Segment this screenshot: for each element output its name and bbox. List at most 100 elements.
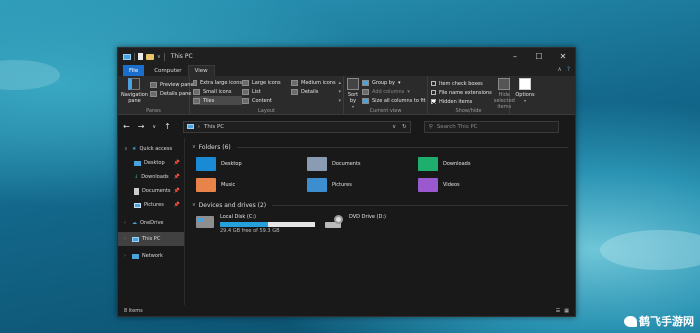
- layout-small-icons[interactable]: Small icons: [193, 87, 242, 96]
- chevron-down-icon[interactable]: ∨: [392, 124, 396, 130]
- pin-icon[interactable]: 📌: [174, 160, 180, 166]
- navigation-pane-button[interactable]: Navigation pane: [121, 78, 148, 104]
- sidebar-item-onedrive[interactable]: › ☁ OneDrive: [118, 216, 184, 230]
- checkbox-checked[interactable]: [431, 99, 436, 104]
- sidebar-item-label: Documents: [142, 188, 171, 194]
- refresh-icon[interactable]: ↻: [402, 124, 407, 130]
- downloads-folder-icon: [418, 156, 438, 171]
- search-input[interactable]: ⚲ Search This PC: [423, 120, 559, 133]
- folders-section-header[interactable]: ∨ Folders (6): [192, 142, 568, 152]
- chevron-right-icon: ›: [197, 123, 200, 130]
- sidebar-item-desktop[interactable]: Desktop 📌: [118, 156, 184, 170]
- drive-item-dvd[interactable]: DVD Drive (D:): [325, 214, 386, 234]
- drives-section-header[interactable]: ∨ Devices and drives (2): [192, 200, 568, 210]
- desktop-icon: [134, 160, 141, 166]
- sidebar-item-label: Quick access: [139, 146, 173, 152]
- sidebar-item-pictures[interactable]: Pictures 📌: [118, 198, 184, 212]
- properties-icon[interactable]: [138, 53, 143, 60]
- sidebar-item-network[interactable]: › Network: [118, 249, 184, 263]
- chevron-right-icon[interactable]: ›: [124, 253, 129, 259]
- group-label: Panes: [146, 108, 161, 114]
- ribbon-group-current-view: Sort by ▾ Group by ▾ Add columns ▾ Size al…: [344, 76, 428, 115]
- close-button[interactable]: ✕: [551, 48, 575, 65]
- chevron-down-icon: ▾: [523, 98, 526, 103]
- recent-locations-icon[interactable]: ∨: [152, 124, 156, 130]
- file-name-extensions-toggle[interactable]: File name extensions: [431, 88, 492, 97]
- ribbon-group-options: Options ▾: [510, 76, 540, 115]
- chevron-up-icon[interactable]: ∧: [557, 66, 561, 73]
- size-columns-icon: [362, 97, 369, 104]
- sort-icon: [347, 78, 359, 90]
- layout-large-icons[interactable]: Large icons: [242, 78, 291, 87]
- sidebar-item-this-pc[interactable]: › This PC: [118, 232, 184, 246]
- ribbon-view: Navigation pane Preview pane Details pan…: [118, 76, 575, 115]
- address-bar[interactable]: › This PC ∨ ↻: [182, 120, 411, 133]
- folder-item-documents[interactable]: Documents: [307, 156, 418, 171]
- checkbox[interactable]: [431, 81, 436, 86]
- layout-tiles[interactable]: Tiles: [193, 96, 242, 105]
- drive-usage-fill: [220, 222, 268, 227]
- folder-item-pictures[interactable]: Pictures: [307, 177, 418, 192]
- sort-by-button[interactable]: Sort by ▾: [347, 78, 359, 110]
- chevron-down-icon[interactable]: ∨: [192, 144, 196, 150]
- minimize-button[interactable]: –: [503, 48, 527, 65]
- this-pc-icon: [186, 124, 194, 129]
- add-columns-button[interactable]: Add columns ▾: [362, 87, 426, 96]
- drive-item-local-disk[interactable]: Local Disk (C:) 29.4 GB free of 59.3 GB: [196, 214, 315, 234]
- sidebar-item-quick-access[interactable]: ∨ ★ Quick access: [118, 142, 184, 156]
- cloud-icon: ☁: [132, 220, 137, 226]
- chevron-down-icon[interactable]: ∨: [192, 202, 196, 208]
- title-bar[interactable]: ∨ This PC – ☐ ✕: [118, 48, 575, 65]
- up-arrow-icon[interactable]: ↑: [164, 122, 171, 131]
- hidden-items-toggle[interactable]: Hidden items: [431, 97, 492, 106]
- tab-computer[interactable]: Computer: [148, 65, 187, 76]
- desktop-folder-icon: [196, 156, 216, 171]
- window-title: This PC: [170, 53, 193, 60]
- chevron-right-icon[interactable]: ›: [124, 236, 129, 242]
- hide-selected-icon: [498, 78, 511, 90]
- details-icon: [291, 88, 298, 95]
- drive-free-space: 29.4 GB free of 59.3 GB: [220, 228, 280, 234]
- large-icons-view-icon[interactable]: ▦: [564, 308, 569, 314]
- customize-toolbar-icon[interactable]: ∨: [157, 54, 161, 60]
- details-view-icon[interactable]: ☰: [556, 308, 560, 314]
- size-columns-button[interactable]: Size all columns to fit: [362, 96, 426, 105]
- document-icon: [134, 187, 139, 195]
- wave-highlight: [600, 230, 700, 270]
- add-columns-icon: [362, 88, 369, 95]
- folder-item-downloads[interactable]: Downloads: [418, 156, 529, 171]
- folder-item-music[interactable]: Music: [196, 177, 307, 192]
- file-name-extensions-label: File name extensions: [439, 89, 492, 96]
- sidebar-item-downloads[interactable]: ↓ Downloads 📌: [118, 170, 184, 184]
- checkbox[interactable]: [431, 90, 436, 95]
- hidden-items-label: Hidden items: [439, 98, 473, 105]
- forward-arrow-icon[interactable]: →: [138, 122, 145, 131]
- pin-icon[interactable]: 📌: [174, 188, 180, 194]
- layout-scroll-icon[interactable]: ▴ ▾ ▾: [338, 79, 341, 106]
- folder-item-videos[interactable]: Videos: [418, 177, 529, 192]
- chevron-right-icon[interactable]: ›: [124, 220, 129, 226]
- tab-view[interactable]: View: [187, 65, 215, 76]
- layout-label: Tiles: [203, 97, 215, 104]
- tab-file[interactable]: File: [123, 65, 145, 76]
- layout-content[interactable]: Content: [242, 96, 291, 105]
- help-icon[interactable]: ?: [567, 66, 570, 73]
- group-by-button[interactable]: Group by ▾: [362, 78, 426, 87]
- layout-extra-large-icons[interactable]: Extra large icons: [193, 78, 242, 87]
- options-button[interactable]: Options ▾: [513, 78, 537, 104]
- layout-medium-icons[interactable]: Medium icons: [291, 78, 337, 87]
- new-folder-icon[interactable]: [146, 53, 154, 60]
- sidebar-item-documents[interactable]: Documents 📌: [118, 184, 184, 198]
- layout-details[interactable]: Details: [291, 87, 337, 96]
- chevron-down-icon[interactable]: ∨: [124, 146, 129, 152]
- preview-pane-button[interactable]: Preview pane: [149, 80, 194, 89]
- folder-item-desktop[interactable]: Desktop: [196, 156, 307, 171]
- layout-list[interactable]: List: [242, 87, 291, 96]
- back-arrow-icon[interactable]: ←: [123, 122, 130, 131]
- drive-usage-bar: [220, 222, 315, 227]
- item-check-boxes-toggle[interactable]: Item check boxes: [431, 79, 492, 88]
- details-pane-button[interactable]: Details pane: [149, 89, 194, 98]
- maximize-button[interactable]: ☐: [527, 48, 551, 65]
- pin-icon[interactable]: 📌: [174, 202, 180, 208]
- pin-icon[interactable]: 📌: [174, 174, 180, 180]
